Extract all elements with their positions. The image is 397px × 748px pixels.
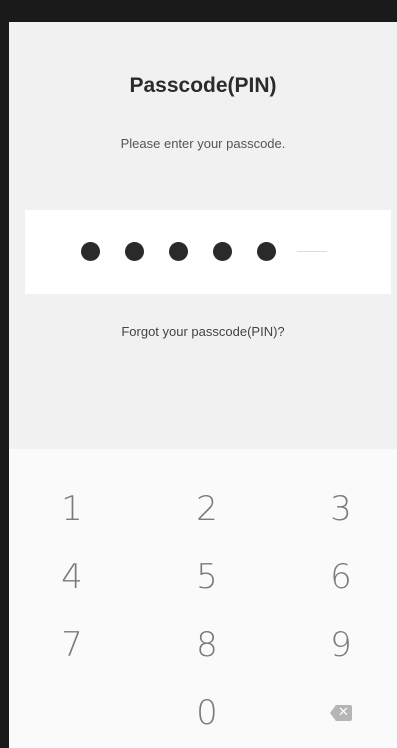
pin-dots [81,242,327,261]
key-0[interactable]: 0 [157,683,257,743]
key-1[interactable]: 1 [22,479,122,539]
pin-slot-empty [297,251,327,252]
page-title: Passcode(PIN) [129,74,277,97]
key-6[interactable]: 6 [291,547,391,607]
backspace-button[interactable]: ✕ [291,683,391,743]
pin-dot-filled [257,242,276,261]
pin-dot-filled [213,242,232,261]
key-8[interactable]: 8 [157,615,257,675]
forgot-passcode-link[interactable]: Forgot your passcode(PIN)? [9,324,397,339]
key-2[interactable]: 2 [157,479,257,539]
pin-dot-filled [125,242,144,261]
pin-input-field[interactable] [25,210,391,294]
pin-dot-filled [169,242,188,261]
passcode-screen: Passcode(PIN) Please enter your passcode… [9,22,397,748]
pin-dot-filled [81,242,100,261]
key-9[interactable]: 9 [291,615,391,675]
backspace-icon: ✕ [330,705,352,721]
key-3[interactable]: 3 [291,479,391,539]
page-subtitle: Please enter your passcode. [120,136,286,151]
numeric-keypad: 1 2 3 4 5 6 7 8 9 0 ✕ [9,449,397,748]
key-7[interactable]: 7 [22,615,122,675]
key-4[interactable]: 4 [22,547,122,607]
key-5[interactable]: 5 [157,547,257,607]
